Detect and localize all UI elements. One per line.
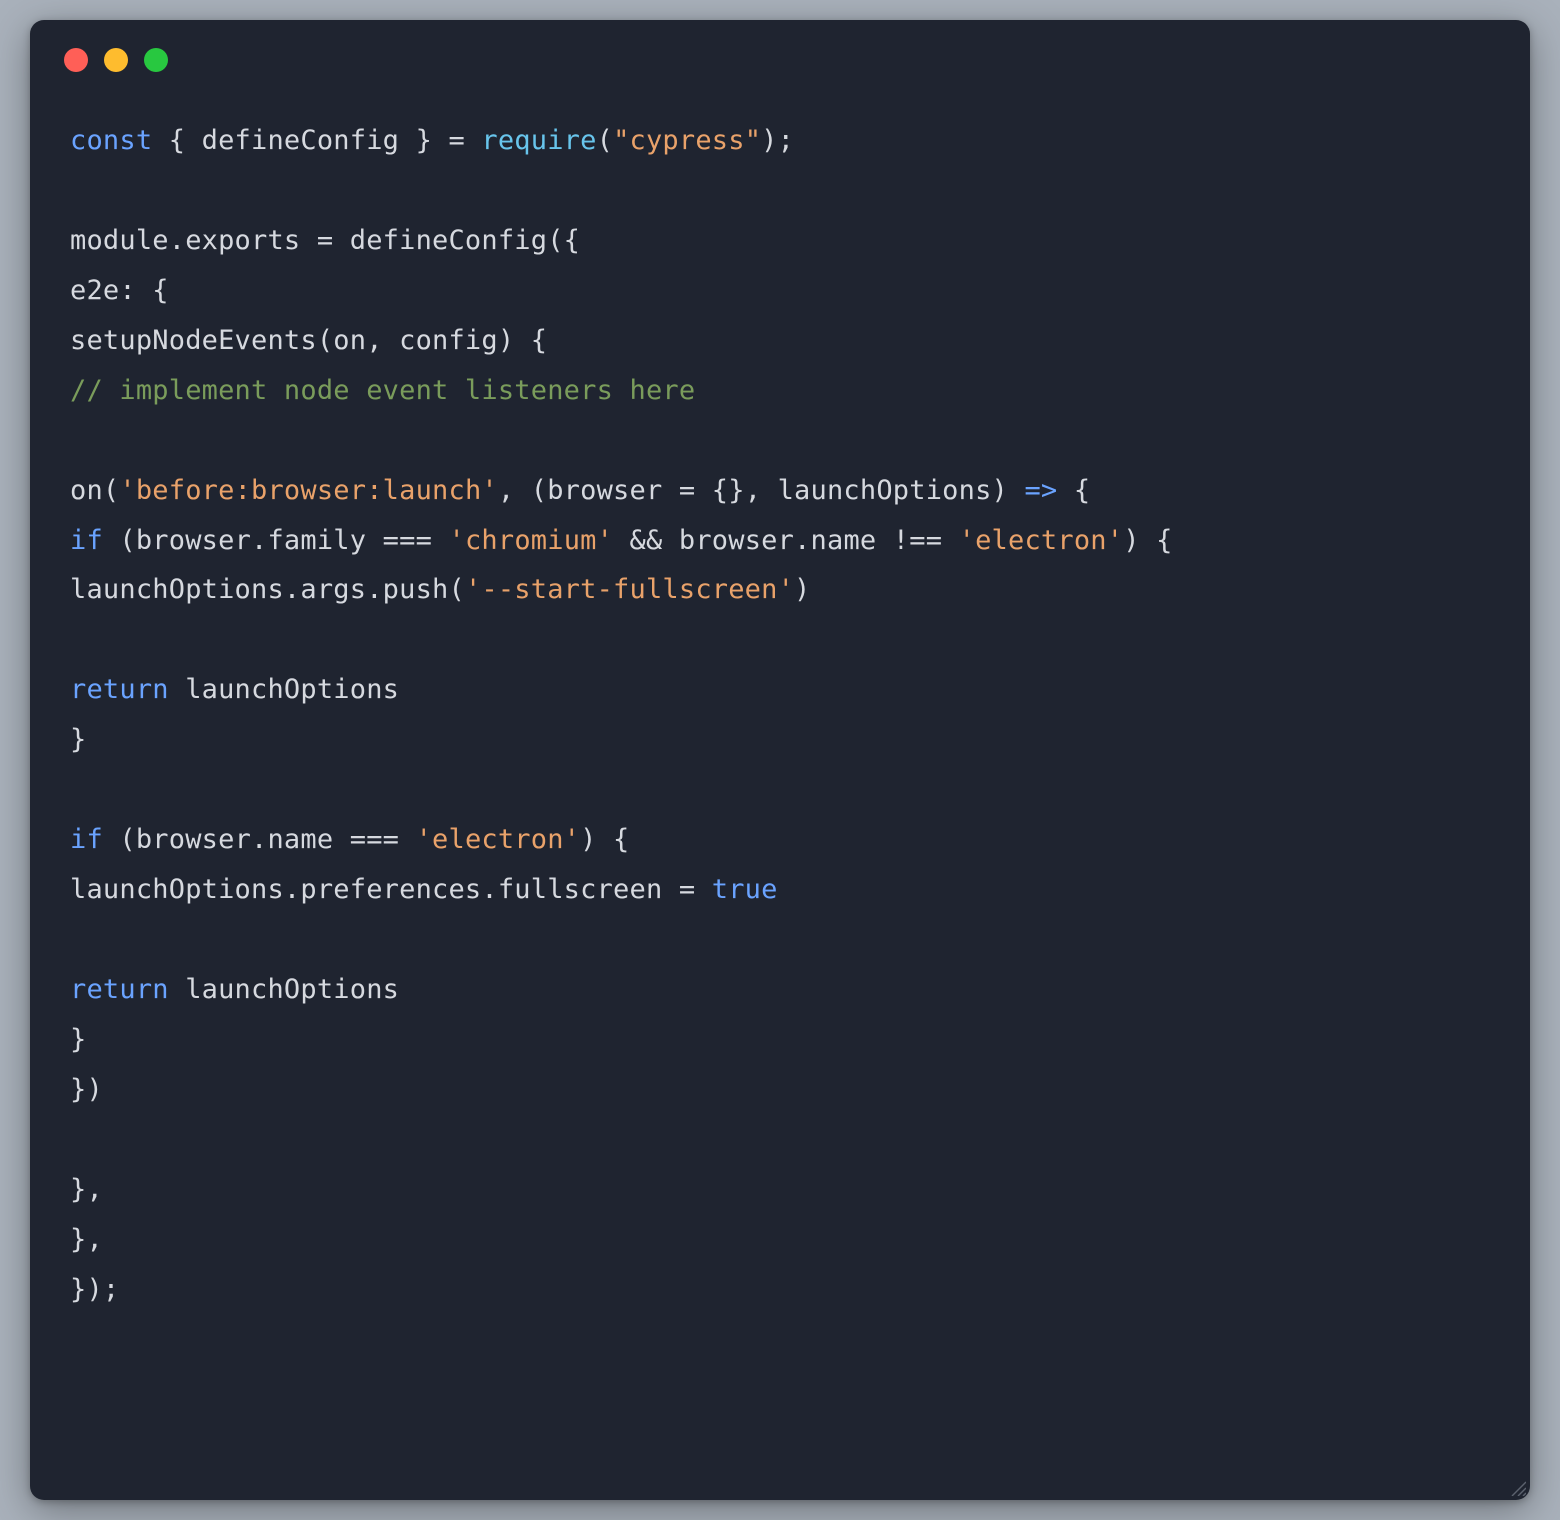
fullscreen-icon[interactable] [144, 48, 168, 72]
code-line: return launchOptions [70, 674, 399, 705]
window-titlebar [30, 20, 1530, 80]
code-line: const { defineConfig } = require("cypres… [70, 125, 794, 156]
code-line: on('before:browser:launch', (browser = {… [70, 475, 1090, 506]
code-line: }, [70, 1224, 103, 1255]
code-line: setupNodeEvents(on, config) { [70, 325, 547, 356]
resize-handle-icon[interactable] [1508, 1478, 1526, 1496]
code-line: // implement node event listeners here [70, 375, 695, 406]
close-icon[interactable] [64, 48, 88, 72]
code-line: } [70, 724, 86, 755]
kw-const: const [70, 125, 152, 156]
code-line: e2e: { [70, 275, 169, 306]
code-line: launchOptions.preferences.fullscreen = t… [70, 874, 778, 905]
code-window: const { defineConfig } = require("cypres… [30, 20, 1530, 1500]
code-line: }); [70, 1274, 119, 1305]
code-line: } [70, 1024, 86, 1055]
code-line: if (browser.name === 'electron') { [70, 824, 630, 855]
minimize-icon[interactable] [104, 48, 128, 72]
code-line: if (browser.family === 'chromium' && bro… [70, 525, 1173, 556]
code-line: }) [70, 1074, 103, 1105]
code-line: module.exports = defineConfig({ [70, 225, 580, 256]
code-line: return launchOptions [70, 974, 399, 1005]
fn-require: require [481, 125, 596, 156]
code-block: const { defineConfig } = require("cypres… [30, 80, 1530, 1355]
code-line: }, [70, 1174, 103, 1205]
code-line: launchOptions.args.push('--start-fullscr… [70, 574, 811, 605]
